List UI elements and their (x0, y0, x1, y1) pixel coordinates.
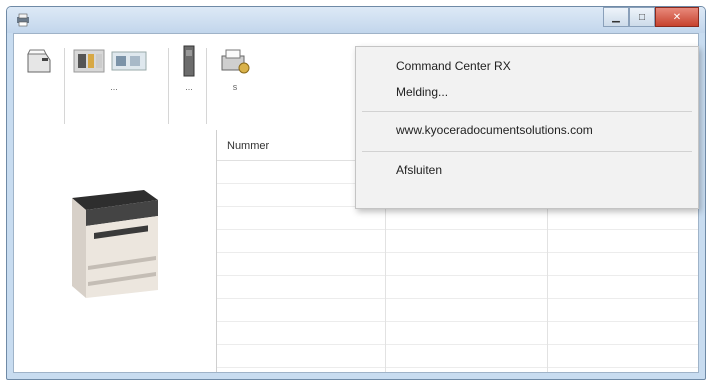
table-row[interactable] (217, 276, 698, 299)
toolbar-separator (206, 48, 207, 124)
toolbar-toner-button[interactable]: ... (178, 44, 200, 92)
toolbar-settings-button[interactable]: s (218, 44, 252, 92)
table-row[interactable] (217, 207, 698, 230)
color-bars-icon (73, 49, 147, 73)
table-row[interactable] (217, 253, 698, 276)
table-row[interactable] (217, 345, 698, 368)
app-window: ▁ □ ✕ ... ... s Nummer Command Center RX… (6, 6, 706, 380)
toner-cartridge-icon (183, 45, 195, 77)
app-printer-icon (17, 13, 29, 27)
column-header-nummer[interactable]: Nummer (227, 140, 269, 152)
menu-separator (362, 151, 692, 152)
settings-printer-icon (221, 49, 250, 74)
menu-item-command-center[interactable]: Command Center RX (396, 59, 511, 73)
minimize-icon: ▁ (612, 11, 620, 23)
title-bar[interactable]: ▁ □ ✕ (7, 7, 705, 33)
window-controls: ▁ □ ✕ (603, 7, 699, 27)
toolbar-supplies-button[interactable]: ... (72, 44, 156, 92)
device-pane (14, 130, 217, 372)
printer-image (72, 190, 158, 298)
menu-separator (362, 111, 692, 112)
toolbar-toner-label: ... (185, 82, 193, 92)
minimize-button[interactable]: ▁ (603, 7, 629, 27)
toolbar-settings-label: s (232, 82, 238, 92)
menu-item-website[interactable]: www.kyoceradocumentsolutions.com (396, 123, 593, 137)
settings-dropdown-menu: Command Center RX Melding... www.kyocera… (355, 46, 699, 209)
toolbar-separator (64, 48, 65, 124)
maximize-button[interactable]: □ (629, 7, 655, 27)
maximize-icon: □ (638, 11, 646, 23)
printer-tray-icon (27, 49, 51, 73)
menu-item-afsluiten[interactable]: Afsluiten (396, 163, 442, 177)
table-row[interactable] (217, 230, 698, 253)
toolbar-tray-button[interactable] (24, 44, 54, 82)
close-icon: ✕ (672, 11, 682, 23)
menu-item-melding[interactable]: Melding... (396, 85, 448, 99)
close-button[interactable]: ✕ (655, 7, 699, 27)
toolbar-separator (168, 48, 169, 124)
table-row[interactable] (217, 322, 698, 345)
toolbar-supplies-label: ... (110, 82, 118, 92)
table-row[interactable] (217, 299, 698, 322)
